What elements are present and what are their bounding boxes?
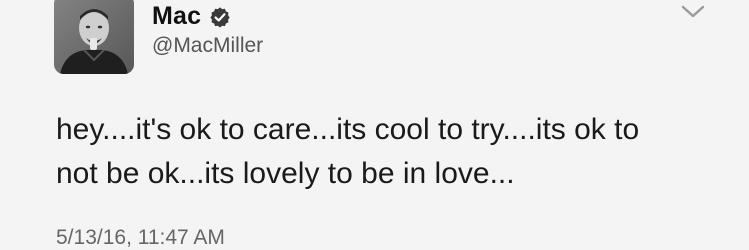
user-handle[interactable]: @MacMiller [152, 34, 263, 58]
chevron-down-icon[interactable] [680, 4, 706, 20]
author-name-row[interactable]: Mac [152, 2, 231, 31]
tweet-text-line: not be ok...its lovely to be in love... [56, 157, 515, 190]
verified-badge-icon [210, 6, 230, 28]
display-name[interactable]: Mac [152, 2, 201, 31]
tweet-card: Mac @MacMiller hey....it's ok to care...… [0, 0, 749, 249]
profile-photo-icon [54, 0, 134, 74]
avatar[interactable] [54, 0, 134, 74]
tweet-text-line: hey....it's ok to care...its cool to try… [56, 113, 640, 146]
tweet-text: hey....it's ok to care...its cool to try… [56, 108, 726, 196]
timestamp[interactable]: 5/13/16, 11:47 AM [56, 226, 225, 250]
